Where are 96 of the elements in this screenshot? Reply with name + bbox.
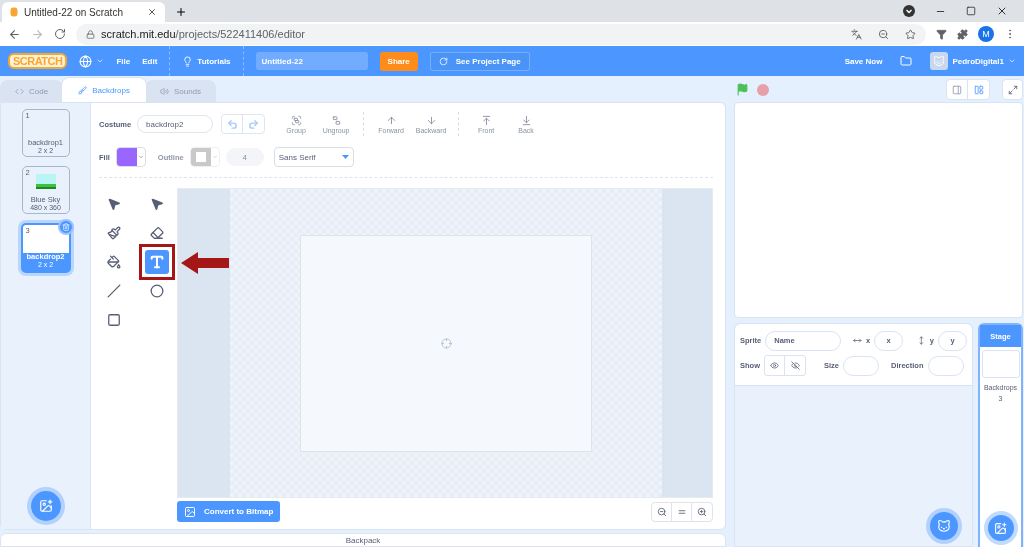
- large-stage-icon: [973, 84, 984, 95]
- editor-tab[interactable]: Code: [0, 80, 64, 102]
- user-avatar[interactable]: [930, 52, 949, 70]
- back-icon: [520, 114, 532, 126]
- close-window-icon[interactable]: [996, 5, 1008, 17]
- trash-icon: [61, 223, 70, 231]
- translate-icon[interactable]: [851, 28, 862, 40]
- stage-thumbnail: [981, 350, 1020, 378]
- brush-icon: [107, 226, 121, 241]
- caret-icon: [1008, 57, 1016, 65]
- arrow-icon: [181, 252, 229, 274]
- ungroup-icon: [330, 114, 342, 126]
- menu-item[interactable]: Edit: [142, 56, 158, 66]
- eraser-icon: [150, 226, 164, 241]
- forward-icon: [385, 114, 397, 126]
- new-tab-icon[interactable]: [175, 6, 187, 18]
- brush-icon: [78, 85, 88, 95]
- rectangle-icon: [107, 313, 121, 328]
- url-text: scratch.mit.edu/projects/522411406/editor: [101, 28, 306, 40]
- user-menu[interactable]: PedroDigital1: [952, 56, 1016, 66]
- text-icon: [149, 254, 165, 271]
- zoom-in-icon: [697, 506, 707, 517]
- backpack-bar[interactable]: Backpack: [0, 533, 726, 547]
- add-sprite-button[interactable]: [930, 512, 958, 540]
- extensions-icon[interactable]: [957, 28, 968, 40]
- project-title-field[interactable]: Untitled-22: [255, 52, 368, 70]
- front-icon: [480, 114, 492, 126]
- back-icon[interactable]: [8, 27, 21, 41]
- menu-item[interactable]: File: [116, 56, 131, 66]
- restore-icon[interactable]: [966, 6, 976, 16]
- browser-tab[interactable]: Untitled-22 on Scratch: [2, 2, 165, 22]
- fullscreen-button[interactable]: [1002, 79, 1023, 100]
- redo-icon: [248, 118, 260, 130]
- group-icon: [290, 114, 302, 126]
- close-tab-icon[interactable]: [147, 7, 157, 17]
- zoom-icon[interactable]: [878, 28, 889, 40]
- caret-icon: [137, 154, 144, 160]
- refresh-icon: [438, 56, 448, 66]
- caret-icon: [341, 154, 349, 160]
- fullscreen-icon: [1007, 84, 1018, 95]
- reload-icon[interactable]: [54, 28, 66, 40]
- caret-icon: [96, 57, 105, 65]
- code-icon: [15, 87, 24, 96]
- convert-to-bitmap-button[interactable]: Convert to Bitmap: [177, 501, 281, 522]
- folder-icon[interactable]: [900, 55, 913, 67]
- favicon-icon: [10, 7, 18, 17]
- scratch-logo[interactable]: SCRATCH: [8, 53, 68, 69]
- outline-width-field[interactable]: 4: [225, 148, 264, 166]
- pointer-icon: [107, 197, 121, 212]
- tab-search-icon[interactable]: [903, 5, 915, 17]
- share-button[interactable]: Share: [379, 51, 418, 71]
- eye-icon: [770, 361, 779, 370]
- horizontal-arrow-icon: [853, 335, 862, 346]
- speaker-icon: [159, 87, 169, 96]
- forward-icon[interactable]: [31, 27, 44, 41]
- add-backdrop-button[interactable]: [987, 515, 1014, 541]
- tutorials-button[interactable]: Tutorials: [182, 55, 231, 67]
- save-now-button[interactable]: Save Now: [844, 56, 883, 66]
- delete-button[interactable]: [57, 219, 74, 235]
- profile-avatar[interactable]: M: [978, 26, 994, 42]
- editor-tab[interactable]: Sounds: [144, 80, 217, 102]
- image-plus-icon: [994, 521, 1007, 535]
- crosshair-icon: [440, 337, 452, 349]
- bookmark-star-icon[interactable]: [905, 28, 916, 40]
- zoom-out-icon: [656, 506, 667, 517]
- outline-color-picker[interactable]: [189, 147, 220, 167]
- line-icon: [107, 284, 121, 299]
- small-stage-icon: [952, 84, 962, 95]
- cat-icon: [933, 55, 946, 67]
- tab-title: Untitled-22 on Scratch: [24, 6, 123, 18]
- direction-field[interactable]: [927, 355, 964, 376]
- cat-icon: [937, 519, 951, 533]
- address-bar[interactable]: scratch.mit.edu/projects/522411406/editor: [76, 23, 926, 45]
- language-menu[interactable]: [79, 54, 105, 68]
- fill-color-picker[interactable]: [115, 147, 146, 167]
- undo-icon: [226, 118, 238, 130]
- stop-button[interactable]: [757, 83, 769, 96]
- editor-tab[interactable]: Backdrops: [61, 77, 147, 102]
- image-plus-icon: [38, 499, 53, 513]
- lightbulb-icon: [182, 55, 194, 67]
- backward-icon: [425, 114, 437, 126]
- image-icon: [184, 505, 196, 518]
- paint-bucket-icon: [107, 255, 121, 270]
- vertical-arrow-icon: [917, 335, 926, 346]
- see-project-page-button[interactable]: See Project Page: [429, 51, 530, 71]
- lock-icon: [86, 29, 95, 39]
- font-dropdown[interactable]: Sans Serif: [273, 147, 354, 167]
- globe-icon: [79, 54, 93, 68]
- reshape-icon: [150, 197, 164, 212]
- highlight-frame: [139, 244, 175, 280]
- flag-icon[interactable]: [736, 83, 749, 96]
- circle-icon: [150, 284, 164, 299]
- caret-icon: [211, 154, 218, 160]
- eye-off-icon: [790, 361, 800, 370]
- size-field[interactable]: [843, 355, 879, 376]
- add-backdrop-button[interactable]: [30, 491, 61, 521]
